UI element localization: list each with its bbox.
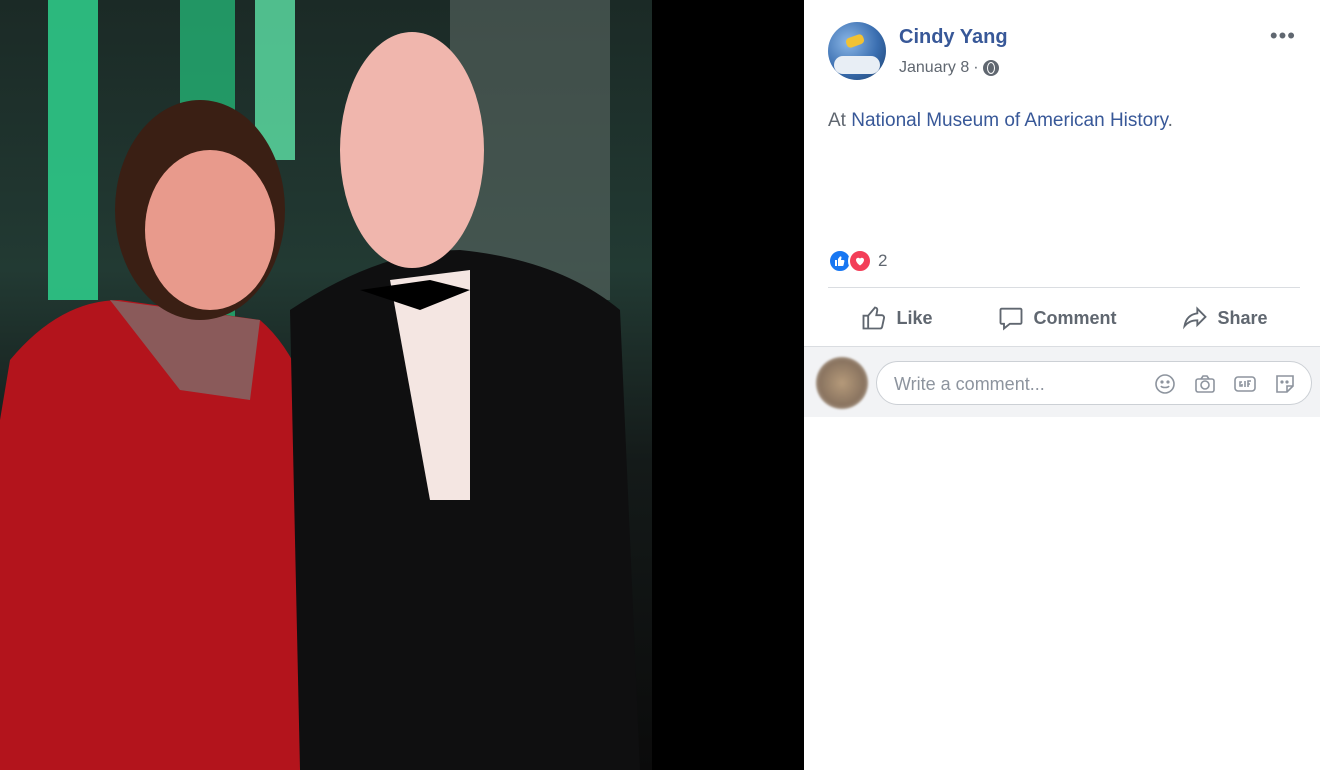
divider (828, 287, 1300, 288)
camera-icon[interactable] (1193, 372, 1217, 396)
reaction-count[interactable]: 2 (878, 251, 887, 271)
comment-input[interactable]: Write a comment... (876, 361, 1312, 405)
comment-button[interactable]: Comment (997, 304, 1117, 332)
comment-label: Comment (1033, 307, 1117, 328)
love-reaction-icon (848, 249, 872, 273)
author-avatar[interactable] (828, 22, 886, 80)
like-label: Like (896, 307, 933, 328)
avatar-skydiver (844, 33, 866, 49)
viewer-avatar (816, 357, 868, 409)
avatar-cloud (834, 56, 880, 74)
comment-composer: Write a comment... (804, 346, 1320, 417)
post-text-prefix: At (828, 110, 852, 131)
more-icon[interactable]: ••• (1270, 25, 1296, 47)
post-date[interactable]: January 8 (899, 59, 969, 77)
author-name[interactable]: Cindy Yang (899, 26, 1008, 49)
comment-icon (1000, 307, 1023, 331)
share-button[interactable]: Share (1181, 304, 1268, 332)
share-icon (1183, 306, 1208, 330)
emoji-icon[interactable] (1153, 372, 1177, 396)
like-icon (863, 306, 886, 330)
globe-icon[interactable] (982, 60, 999, 76)
post-meta: January 8 · (899, 59, 999, 77)
composer-icons (1153, 372, 1297, 396)
post-photo[interactable] (0, 0, 804, 770)
sticker-icon[interactable] (1273, 372, 1297, 396)
gif-icon[interactable] (1233, 372, 1257, 396)
photo-image[interactable] (0, 0, 652, 770)
post-panel: Cindy Yang January 8 · ••• At National M… (804, 0, 1320, 770)
comment-placeholder: Write a comment... (894, 374, 1045, 394)
post-text-suffix: . (1167, 110, 1173, 131)
share-label: Share (1217, 307, 1268, 328)
like-button[interactable]: Like (860, 304, 933, 332)
post-actions: Like Comment Share (828, 295, 1300, 341)
photo-scene (0, 0, 640, 770)
post-header: Cindy Yang January 8 · ••• (828, 22, 1296, 82)
place-link[interactable]: National Museum of American History (851, 110, 1167, 131)
post-text: At National Museum of American History. (828, 110, 1173, 132)
reactions-summary[interactable]: 2 (828, 249, 887, 273)
meta-separator: · (973, 59, 979, 76)
